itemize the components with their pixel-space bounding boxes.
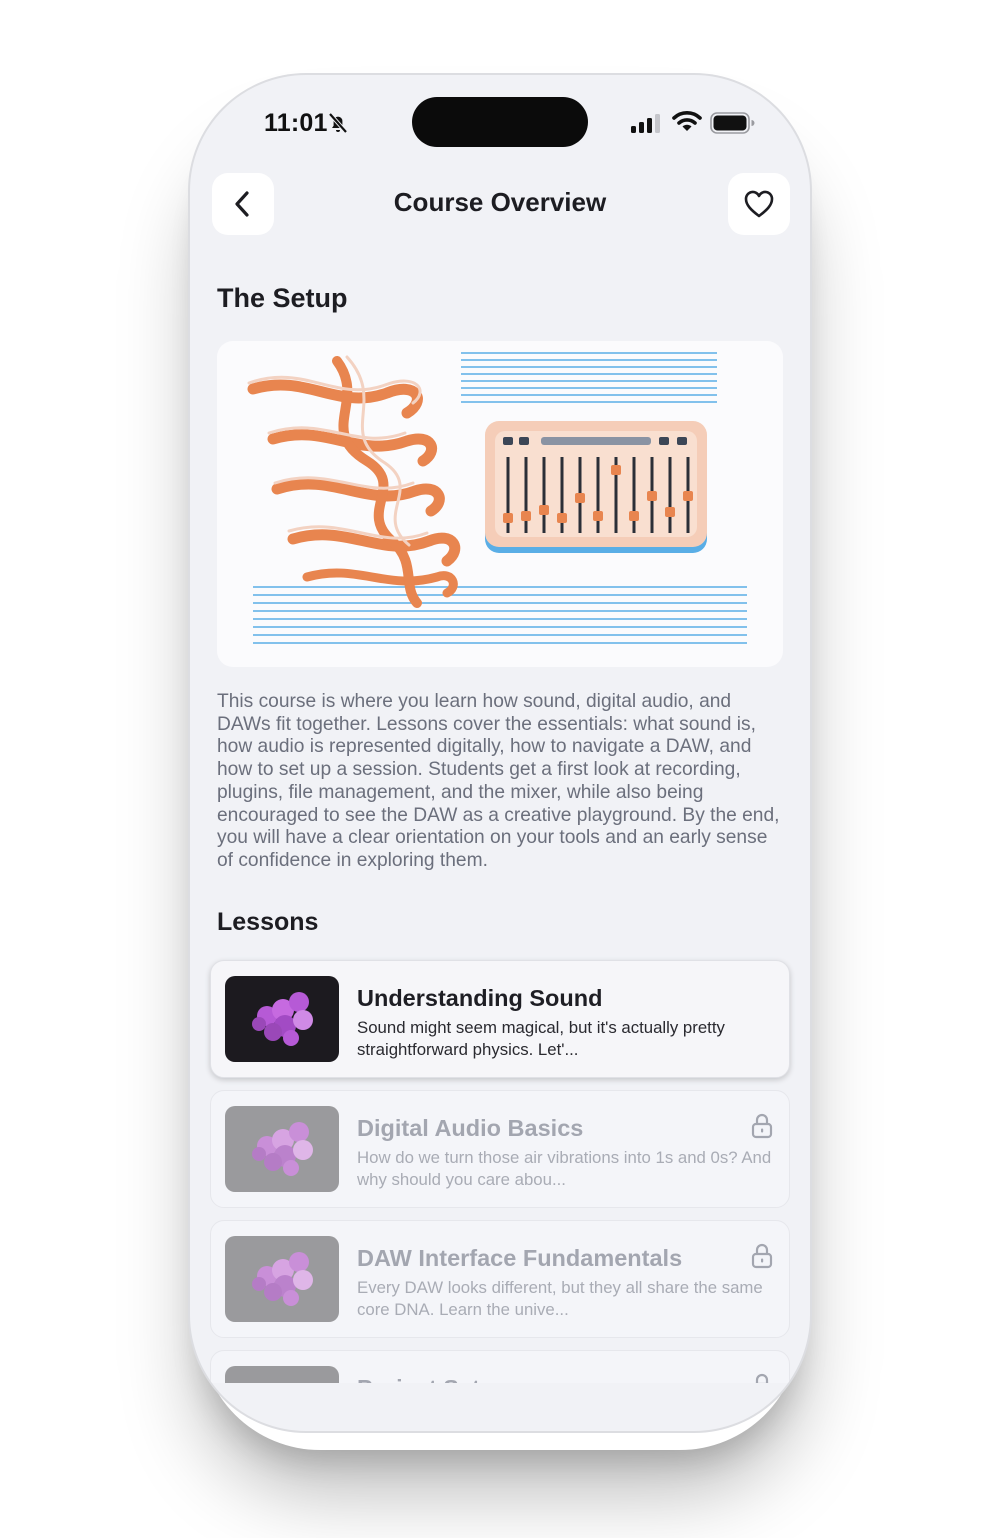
lessons-list: Understanding Sound Sound might seem mag… [190, 955, 810, 1383]
dynamic-island [412, 97, 588, 147]
lessons-heading: Lessons [217, 908, 319, 936]
lesson-title: Digital Audio Basics [357, 1115, 584, 1141]
molecule-art [252, 1122, 313, 1176]
course-illustration [217, 341, 783, 667]
phone-frame: 11:01 Course Overview The Setup This cou… [188, 73, 812, 1433]
molecule-art [252, 992, 313, 1046]
lesson-title: DAW Interface Fundamentals [357, 1245, 683, 1271]
lesson-title: Understanding Sound [357, 985, 603, 1011]
lesson-description: How do we turn those air vibrations into… [357, 1148, 772, 1189]
lesson-title: Project Setup [357, 1375, 508, 1383]
status-bar: 11:01 [190, 75, 810, 175]
lock-icon [755, 1373, 769, 1383]
course-description: This course is where you learn how sound… [217, 691, 780, 871]
favorite-button[interactable] [728, 173, 790, 235]
lesson-thumbnail [225, 976, 339, 1062]
course-title: The Setup [217, 283, 348, 313]
bell-slash-icon [328, 112, 348, 134]
page-title: Course Overview [393, 187, 607, 217]
lesson-thumbnail [225, 1366, 339, 1383]
lesson-thumbnail [225, 1106, 339, 1192]
app-screen: 11:01 Course Overview The Setup This cou… [190, 75, 810, 1431]
signal-icon [631, 114, 660, 133]
status-time: 11:01 [264, 109, 328, 137]
lesson-card-understanding-sound[interactable]: Understanding Sound Sound might seem mag… [210, 960, 790, 1078]
lesson-card-digital-audio-basics[interactable]: Digital Audio Basics How do we turn thos… [210, 1090, 790, 1208]
lesson-thumbnail [225, 1236, 339, 1322]
lesson-card-project-setup[interactable]: Project Setup [210, 1350, 790, 1383]
molecule-art [252, 1252, 313, 1306]
lock-icon [751, 1113, 773, 1139]
lock-icon [751, 1243, 773, 1269]
lesson-description: Every DAW looks different, but they all … [357, 1278, 763, 1319]
illustration-art [247, 352, 747, 644]
heart-icon [744, 190, 774, 218]
lesson-card-daw-interface-fundamentals[interactable]: DAW Interface Fundamentals Every DAW loo… [210, 1220, 790, 1338]
lesson-description: Sound might seem magical, but it's actua… [357, 1018, 725, 1059]
battery-icon [710, 112, 755, 134]
wifi-icon [672, 111, 702, 131]
